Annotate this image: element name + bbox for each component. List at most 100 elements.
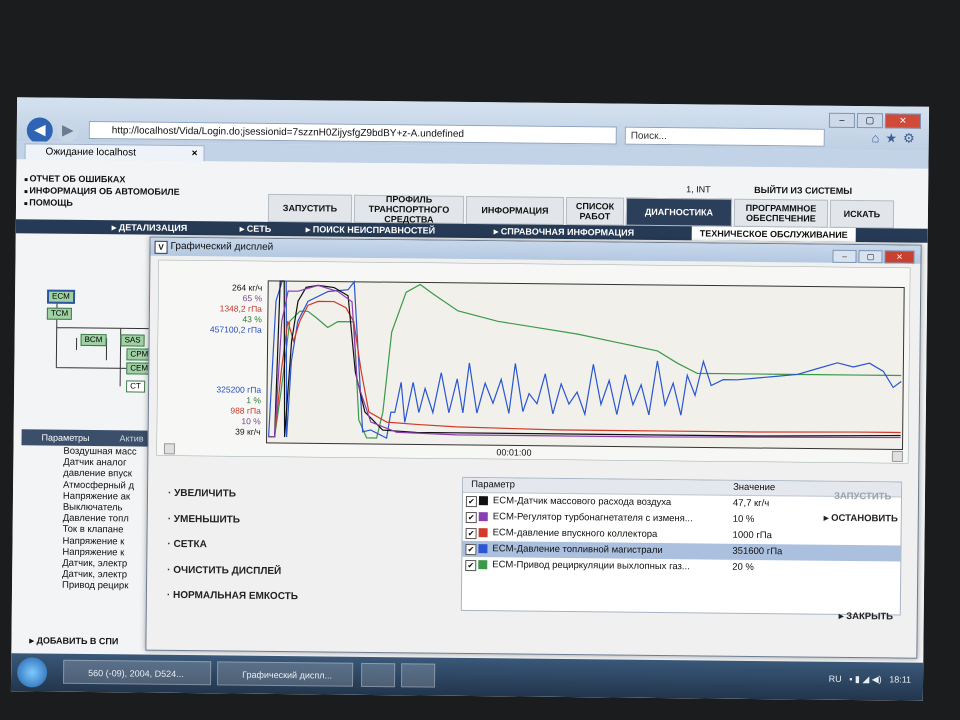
axis-label-bottom-1: 1 % xyxy=(246,395,261,405)
login-info: 1, INT xyxy=(686,184,711,195)
subnav-label: СЕТЬ xyxy=(246,223,272,234)
dialog-title: Графический дисплей xyxy=(170,240,274,253)
start-button[interactable]: ЗАПУСТИТЬ xyxy=(834,491,891,503)
graph-dialog: V Графический дисплей – ▢ ✕ 264 кг/ч 65 % 13… xyxy=(145,236,922,659)
graph-actions: УВЕЛИЧИТЬ УМЕНЬШИТЬ СЕТКА ОЧИСТИТЬ ДИСПЛ… xyxy=(167,488,299,617)
start-button-icon[interactable] xyxy=(16,657,48,688)
axis-label-bottom-4: 39 кг/ч xyxy=(235,427,261,437)
axis-label-top-3: 43 % xyxy=(242,314,262,324)
axis-label-top-1: 65 % xyxy=(243,293,263,303)
axis-label-top-0: 264 кг/ч xyxy=(232,283,262,293)
scroll-right-button[interactable] xyxy=(891,450,903,463)
normal-capacity-button[interactable]: НОРМАЛЬНАЯ ЕМКОСТЬ xyxy=(167,590,298,617)
window-controls: – ▢ ✕ xyxy=(827,110,922,129)
ecm-node[interactable]: ECM xyxy=(46,289,75,304)
live-graph[interactable]: 264 кг/ч65 %1348,2 гПа43 %457100,2 гПа 3… xyxy=(156,259,911,464)
dialog-close-button[interactable]: ✕ xyxy=(884,250,915,264)
axis-label-bottom-3: 10 % xyxy=(241,416,261,426)
row-checkbox[interactable]: ✔ xyxy=(465,511,477,524)
clear-display-button[interactable]: ОЧИСТИТЬ ДИСПЛЕЙ xyxy=(167,564,298,591)
taskbar-item-vida[interactable]: 560 (-09), 2004, D524... xyxy=(62,659,212,686)
subnav-troubleshoot[interactable]: ▸ ПОИСК НЕИСПРАВНОСТЕЙ xyxy=(306,222,435,237)
column-header-value: Значение xyxy=(733,481,776,494)
home-icon[interactable]: ⌂ xyxy=(872,130,886,145)
table-row[interactable]: ✔ ECM-Привод рециркуляции выхлопных газ..… xyxy=(462,557,900,578)
favorites-icon[interactable]: ★ xyxy=(885,130,903,145)
scroll-left-button[interactable] xyxy=(163,443,176,455)
row-checkbox[interactable]: ✔ xyxy=(465,559,477,572)
color-swatch xyxy=(478,496,488,506)
dialog-minimize-button[interactable]: – xyxy=(832,249,857,264)
subnav-network[interactable]: ▸ СЕТЬ xyxy=(240,222,272,236)
axis-label-top-4: 457100,2 гПа xyxy=(210,324,262,335)
add-to-list-button[interactable]: ▸ ДОБАВИТЬ В СПИ xyxy=(29,635,118,647)
subnav-details[interactable]: ▸ ДЕТАЛИЗАЦИЯ xyxy=(112,220,188,235)
forward-button[interactable]: ▶ xyxy=(56,119,79,142)
axis-label-top-2: 1348,2 гПа xyxy=(220,303,263,313)
back-button[interactable]: ◀ xyxy=(26,117,53,144)
row-checkbox[interactable]: ✔ xyxy=(465,527,477,540)
tab-work-list[interactable]: СПИСОК РАБОТ xyxy=(565,196,625,226)
gear-icon[interactable]: ⚙ xyxy=(903,131,921,146)
tab-information[interactable]: ИНФОРМАЦИЯ xyxy=(465,195,565,225)
top-menu: ОТЧЕТ ОБ ОШИБКАХ ИНФОРМАЦИЯ ОБ АВТОМОБИЛ… xyxy=(24,173,180,211)
param-value: 10 % xyxy=(732,513,755,525)
tab-software[interactable]: ПРОГРАММНОЕ ОБЕСПЕЧЕНИЕ xyxy=(733,198,829,228)
subnav-maintenance[interactable]: ТЕХНИЧЕСКОЕ ОБСЛУЖИВАНИЕ xyxy=(691,226,856,243)
dialog-maximize-button[interactable]: ▢ xyxy=(858,250,883,264)
toolbar-icons: ⌂★⚙ xyxy=(871,130,921,147)
laptop-screen: ◀ ▶ http://localhost/Vida/Login.do;jsess… xyxy=(10,97,930,701)
tab-vehicle-profile[interactable]: ПРОФИЛЬ ТРАНСПОРТНОГО СРЕДСТВА xyxy=(353,194,465,225)
param-value: 1000 гПа xyxy=(732,529,773,542)
sas-node[interactable]: SAS xyxy=(120,334,145,347)
tab-start[interactable]: ЗАПУСТИТЬ xyxy=(267,193,353,223)
tab-diagnostics[interactable]: ДИАГНОСТИКА xyxy=(625,197,733,227)
ct-node[interactable]: CT xyxy=(126,380,145,393)
tcm-node[interactable]: TCM xyxy=(46,307,73,320)
taskbar-item-graph[interactable]: Графический диспл... xyxy=(216,661,354,687)
bcm-node[interactable]: BCM xyxy=(80,333,107,347)
time-label: 00:01:00 xyxy=(496,447,531,457)
tab-parameters[interactable]: Параметры xyxy=(41,430,90,447)
color-swatch xyxy=(478,560,488,570)
address-bar[interactable]: http://localhost/Vida/Login.do;jsessioni… xyxy=(88,120,617,145)
dialog-window-controls: – ▢ ✕ xyxy=(830,248,915,267)
stop-label: ОСТАНОВИТЬ xyxy=(831,512,898,525)
taskbar-item-folder[interactable] xyxy=(360,662,396,688)
logout-link[interactable]: ВЫЙТИ ИЗ СИСТЕМЫ xyxy=(754,185,852,196)
grid-button[interactable]: СЕТКА xyxy=(167,539,298,566)
add-to-list-label: ДОБАВИТЬ В СПИ xyxy=(36,635,119,647)
color-swatch xyxy=(478,528,488,538)
subnav-label: СПРАВОЧНАЯ ИНФОРМАЦИЯ xyxy=(500,226,635,238)
clock: 18:11 xyxy=(889,674,912,685)
stop-button[interactable]: ▸ ОСТАНОВИТЬ xyxy=(824,513,898,525)
table-rows: ✔ ECM-Датчик массового расхода воздуха 47,… xyxy=(462,493,901,578)
tab-active[interactable]: Актив xyxy=(119,430,144,446)
search-box[interactable]: Поиск... xyxy=(624,126,825,147)
menu-item-help[interactable]: ПОМОЩЬ xyxy=(24,197,180,211)
list-item[interactable]: Привод рецирк xyxy=(20,580,156,593)
param-value: 47,7 кг/ч xyxy=(732,497,770,510)
tab-search[interactable]: ИСКАТЬ xyxy=(829,199,895,229)
network-diagram: ECM TCM BCM SAS CPM CEM CT xyxy=(42,276,163,397)
row-checkbox[interactable]: ✔ xyxy=(465,495,477,508)
row-checkbox[interactable]: ✔ xyxy=(465,543,477,556)
close-tab-icon[interactable]: × xyxy=(192,146,198,162)
maximize-button[interactable]: ▢ xyxy=(856,113,884,129)
zoom-out-button[interactable]: УМЕНЬШИТЬ xyxy=(168,513,299,540)
param-value: 351600 гПа xyxy=(732,545,783,558)
subnav-reference[interactable]: ▸ СПРАВОЧНАЯ ИНФОРМАЦИЯ xyxy=(494,224,634,239)
close-window-button[interactable]: ✕ xyxy=(884,113,922,129)
column-header-param: Параметр xyxy=(471,479,515,491)
minimize-button[interactable]: – xyxy=(828,112,856,129)
taskbar-item-media[interactable] xyxy=(400,663,436,688)
parameter-list: Воздушная масс Датчик аналог давление вп… xyxy=(20,445,158,626)
subnav-label: ПОИСК НЕИСПРАВНОСТЕЙ xyxy=(312,224,436,236)
browser-tab-title: Ожидание localhost xyxy=(45,146,136,159)
axis-label-bottom-0: 325200 гПа xyxy=(216,384,261,394)
language-indicator[interactable]: RU xyxy=(829,674,842,684)
close-dialog-button[interactable]: ▸ ЗАКРЫТЬ xyxy=(839,611,893,623)
zoom-in-button[interactable]: УВЕЛИЧИТЬ xyxy=(168,488,299,515)
browser-tab[interactable]: Ожидание localhost × xyxy=(24,143,205,162)
color-swatch xyxy=(478,512,488,522)
